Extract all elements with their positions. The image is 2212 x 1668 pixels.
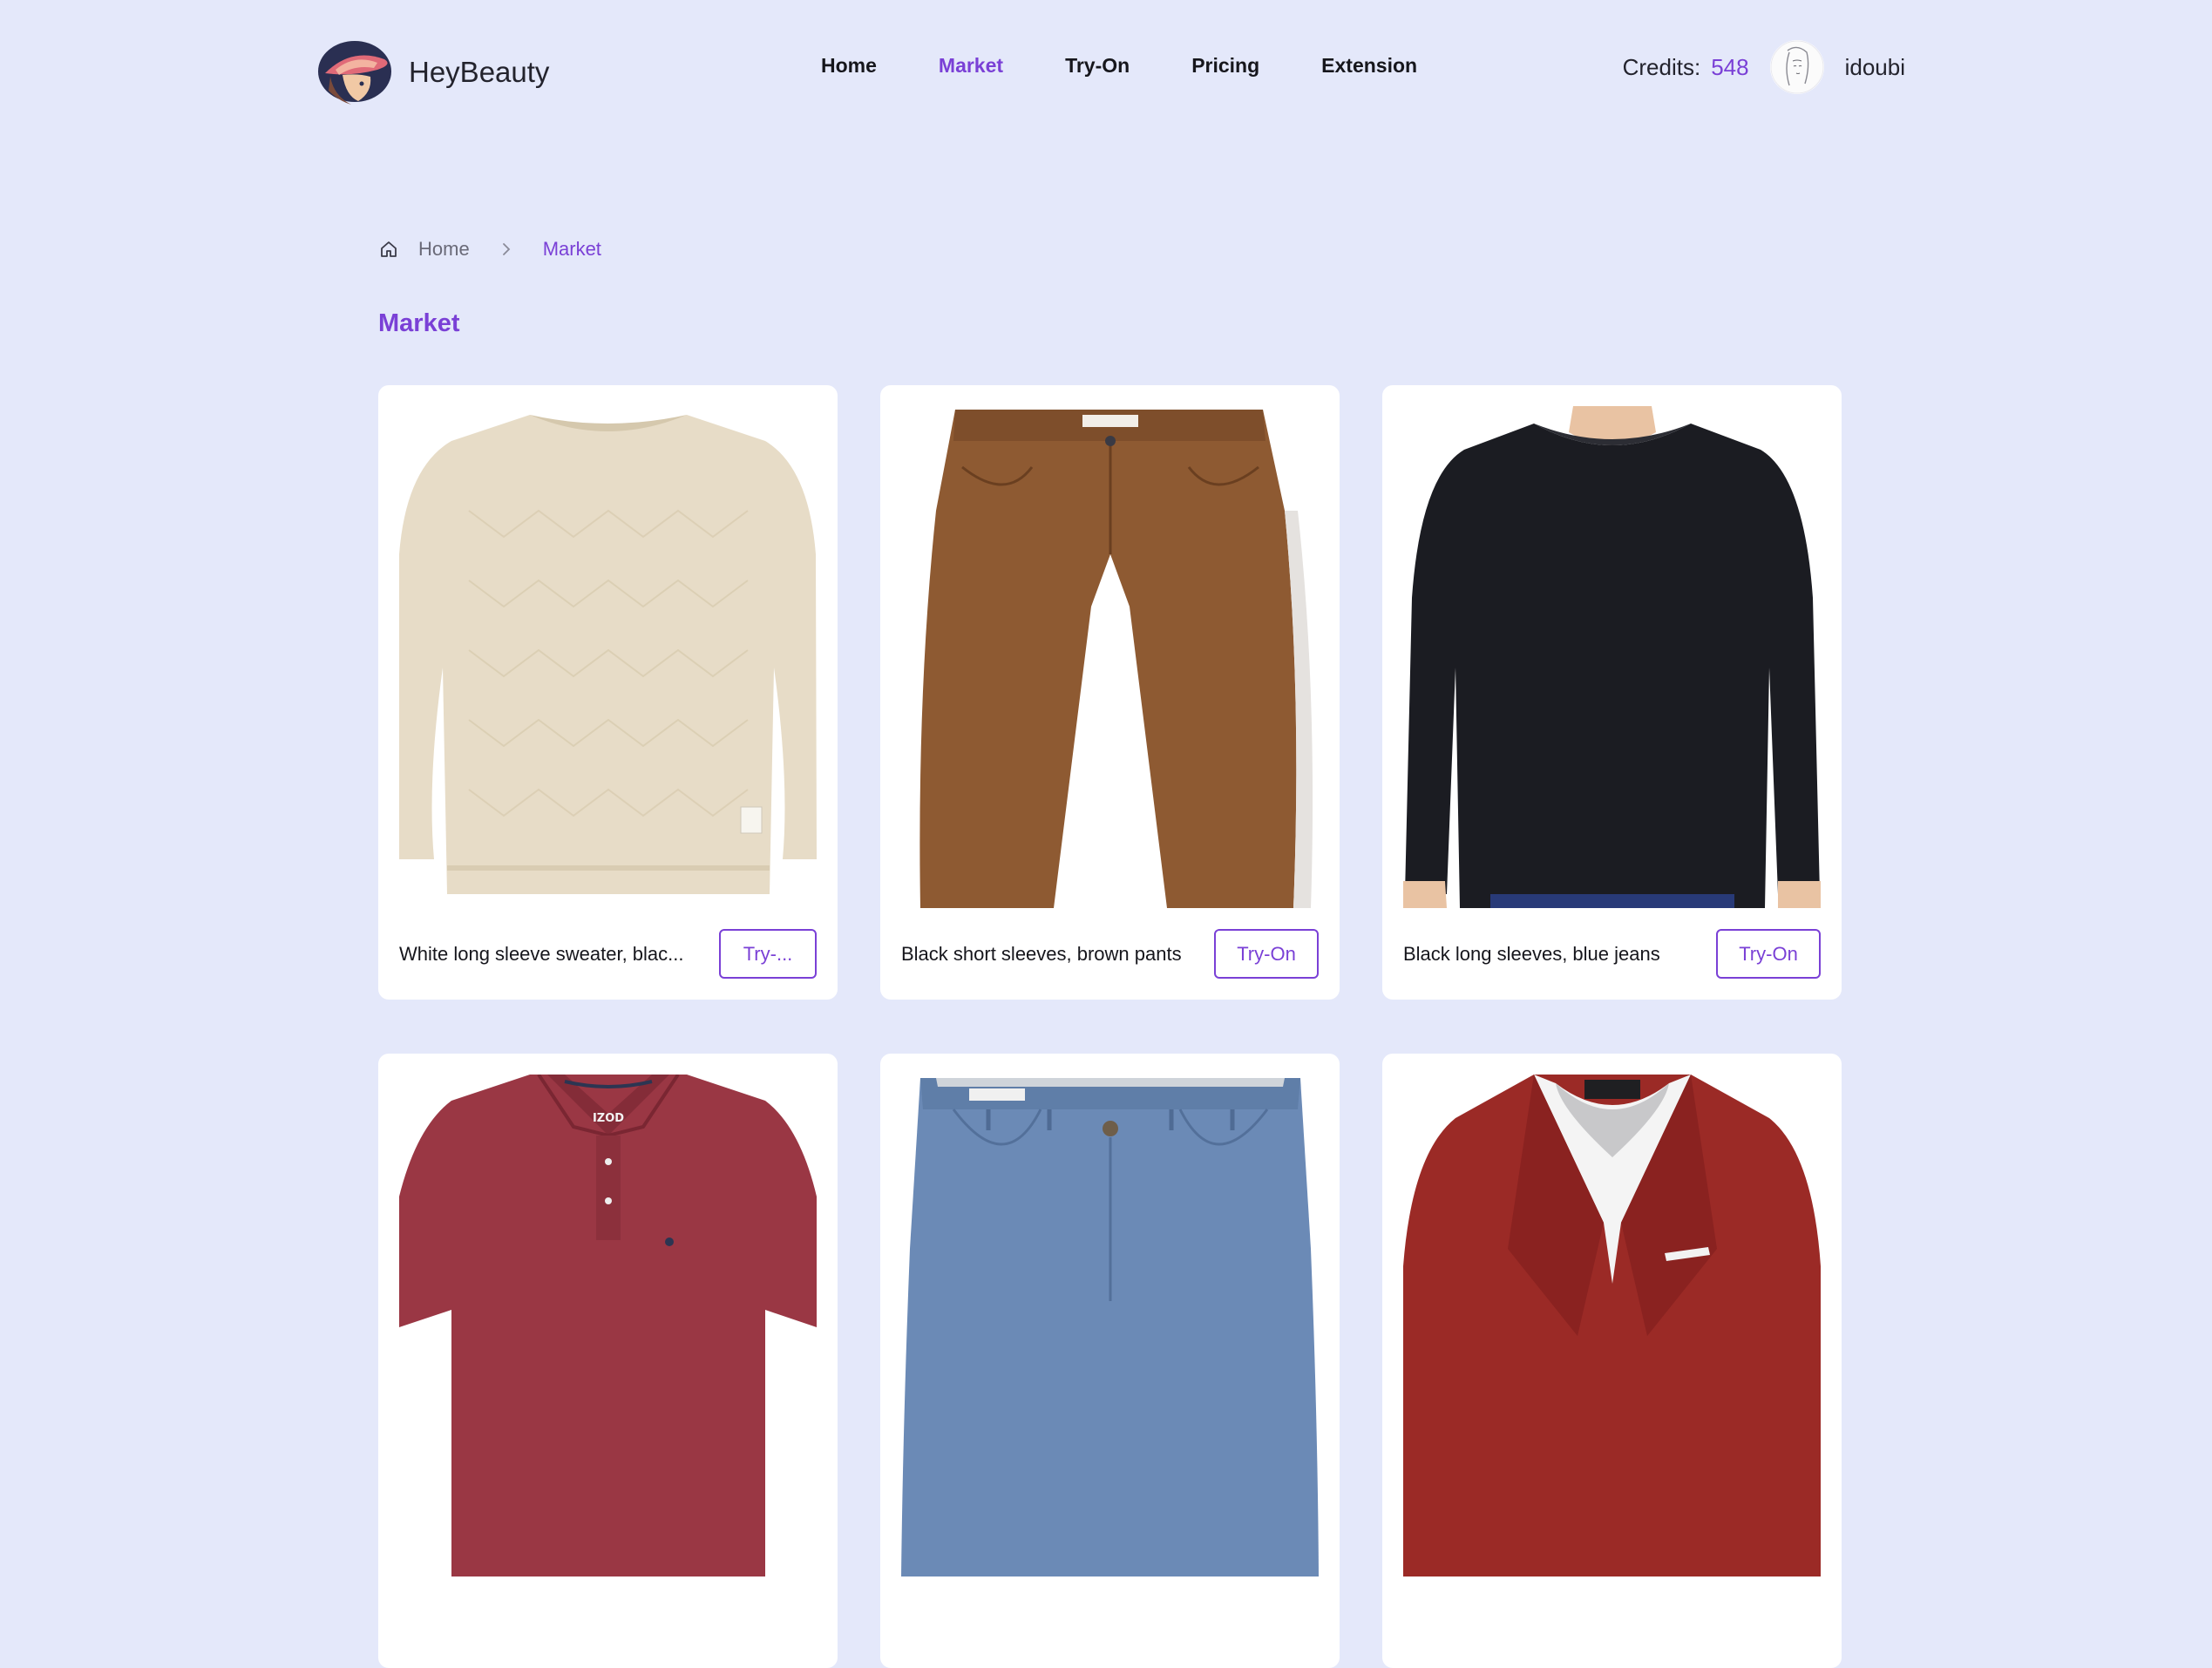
home-icon[interactable]: [378, 239, 399, 260]
breadcrumb: Home Market: [378, 238, 601, 261]
card-footer: Black short sleeves, brown pants Try-On: [901, 929, 1319, 979]
product-image-polo[interactable]: IZOD: [399, 1075, 817, 1576]
nav-extension[interactable]: Extension: [1321, 54, 1417, 78]
user-avatar[interactable]: [1769, 40, 1824, 94]
product-card: IZOD: [378, 1054, 838, 1668]
product-image-chinos[interactable]: [901, 1075, 1319, 1576]
product-caption: White long sleeve sweater, blac...: [399, 942, 684, 965]
black-long-sleeve-image: [1403, 406, 1821, 908]
red-blazer-image: [1403, 1075, 1821, 1576]
product-card: [880, 1054, 1340, 1668]
product-card: White long sleeve sweater, blac... Try-.…: [378, 385, 838, 1000]
polo-brand-label: IZOD: [593, 1112, 624, 1125]
try-on-button[interactable]: Try-On: [1716, 929, 1821, 979]
page-title: Market: [378, 309, 460, 337]
card-footer: White long sleeve sweater, blac... Try-.…: [399, 929, 817, 979]
product-image-sweater[interactable]: [399, 406, 817, 908]
heybeauty-logo-icon: [318, 41, 391, 105]
blue-chinos-image: [901, 1078, 1319, 1576]
nav-pricing[interactable]: Pricing: [1191, 54, 1259, 78]
chevron-right-icon: [502, 243, 510, 255]
main-nav: Home Market Try-On Pricing Extension: [821, 54, 1479, 78]
nav-market[interactable]: Market: [939, 54, 1003, 78]
brand-name: HeyBeauty: [409, 56, 550, 88]
credits-value: 548: [1711, 53, 1749, 80]
beige-sweater-image: [399, 415, 817, 894]
top-header: HeyBeauty Home Market Try-On Pricing Ext…: [0, 0, 2212, 141]
credits-label: Credits:: [1622, 53, 1701, 80]
try-on-button[interactable]: Try-On: [1214, 929, 1319, 979]
product-image-blazer[interactable]: [1403, 1075, 1821, 1576]
product-card: [1382, 1054, 1842, 1668]
product-card: Black long sleeves, blue jeans Try-On: [1382, 385, 1842, 1000]
username[interactable]: idoubi: [1845, 54, 1905, 81]
nav-home[interactable]: Home: [821, 54, 877, 78]
try-on-button[interactable]: Try-...: [719, 929, 817, 979]
product-caption: Black short sleeves, brown pants: [901, 942, 1182, 965]
brown-pants-image: [919, 410, 1313, 908]
product-card: Black short sleeves, brown pants Try-On: [880, 385, 1340, 1000]
breadcrumb-current: Market: [542, 238, 601, 260]
nav-try-on[interactable]: Try-On: [1065, 54, 1130, 78]
account-area: Credits: 548 idoubi: [1623, 40, 1905, 94]
red-polo-image: IZOD: [399, 1075, 817, 1576]
user-sketch-avatar-icon: [1770, 40, 1824, 94]
card-footer: Black long sleeves, blue jeans Try-On: [1403, 929, 1821, 979]
brand-logo[interactable]: HeyBeauty: [316, 38, 549, 106]
product-caption: Black long sleeves, blue jeans: [1403, 942, 1660, 965]
product-image-longsleeve[interactable]: [1403, 406, 1821, 908]
breadcrumb-home[interactable]: Home: [418, 238, 470, 261]
product-image-pants[interactable]: [901, 406, 1319, 908]
